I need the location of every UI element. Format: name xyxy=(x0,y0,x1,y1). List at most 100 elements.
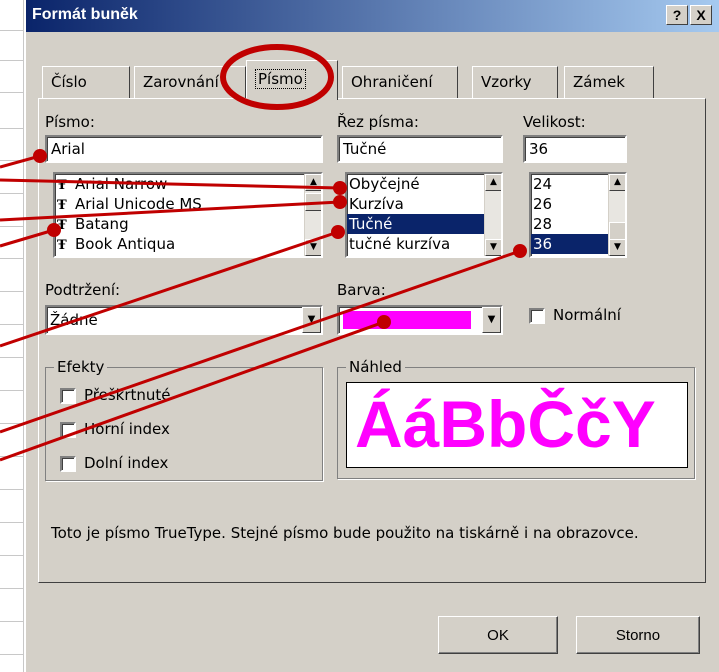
list-item-label: Arial Narrow xyxy=(75,175,168,193)
strikethrough-label: Přeškrtnuté xyxy=(84,386,171,404)
dialog-title: Formát buněk xyxy=(32,6,138,23)
color-label: Barva: xyxy=(337,281,386,299)
list-item[interactable]: Ŧ Arial Narrow xyxy=(55,174,321,194)
list-item-label: Book Antiqua xyxy=(75,235,176,253)
tab-label: Zámek xyxy=(573,73,625,91)
truetype-icon: Ŧ xyxy=(57,218,67,233)
grid-line xyxy=(0,128,24,129)
tab-zarovnani[interactable]: Zarovnání xyxy=(134,66,246,98)
help-button[interactable]: ? xyxy=(666,5,688,25)
font-size-list[interactable]: 24 26 28 36 ▲ ▼ xyxy=(529,172,627,258)
grid-line xyxy=(0,654,24,655)
font-size-input[interactable]: 36 xyxy=(523,135,627,163)
close-button[interactable]: X xyxy=(690,5,712,25)
strikethrough-checkbox[interactable] xyxy=(60,388,76,404)
grid-line xyxy=(0,423,24,424)
grid-line xyxy=(0,621,24,622)
chevron-down-icon[interactable]: ▼ xyxy=(302,307,321,333)
normal-checkbox[interactable] xyxy=(529,308,545,324)
scroll-up-icon[interactable]: ▲ xyxy=(305,174,321,191)
grid-line xyxy=(0,193,24,194)
truetype-icon: Ŧ xyxy=(57,198,67,213)
grid-line xyxy=(0,291,24,292)
font-style-list[interactable]: Obyčejné Kurzíva Tučné tučné kurzíva ▲ ▼ xyxy=(345,172,503,258)
effects-group: Efekty Přeškrtnuté Horní index Dolní ind… xyxy=(45,358,323,481)
tab-cislo[interactable]: Číslo xyxy=(42,66,130,98)
subscript-checkbox[interactable] xyxy=(60,456,76,472)
effects-group-title: Efekty xyxy=(54,358,108,376)
grid-line xyxy=(0,555,24,556)
tab-label: Vzorky xyxy=(481,73,532,91)
grid-line xyxy=(0,60,24,61)
truetype-icon: Ŧ xyxy=(57,178,67,193)
format-cells-dialog: Formát buněk ? X Číslo Zarovnání Písmo O… xyxy=(24,0,719,672)
color-select[interactable]: ▼ xyxy=(337,305,503,335)
grid-line xyxy=(0,92,24,93)
scroll-down-icon[interactable]: ▼ xyxy=(305,239,321,256)
underline-value: Žádné xyxy=(50,311,98,329)
tab-label: Zarovnání xyxy=(143,73,219,91)
tab-label: Písmo xyxy=(255,69,306,89)
subscript-label: Dolní index xyxy=(84,454,169,472)
tab-zamek[interactable]: Zámek xyxy=(564,66,654,98)
grid-line xyxy=(0,489,24,490)
color-swatch xyxy=(343,311,471,329)
font-name-input[interactable]: Arial xyxy=(45,135,323,163)
truetype-icon: Ŧ xyxy=(57,238,67,253)
scroll-up-icon[interactable]: ▲ xyxy=(485,174,501,191)
grid-line xyxy=(0,456,24,457)
list-item-selected[interactable]: 36 xyxy=(531,234,608,254)
tab-vzorky[interactable]: Vzorky xyxy=(472,66,558,98)
cancel-button[interactable]: Storno xyxy=(576,616,700,654)
scroll-down-icon[interactable]: ▼ xyxy=(609,239,625,256)
grid-line xyxy=(0,160,24,161)
superscript-label: Horní index xyxy=(84,420,170,438)
font-list-scrollbar[interactable]: ▲ ▼ xyxy=(304,174,321,256)
font-list[interactable]: Ŧ Arial Narrow Ŧ Arial Unicode MS Ŧ Batang … xyxy=(53,172,323,258)
underline-select[interactable]: Žádné ▼ xyxy=(45,305,323,335)
preview-group-title: Náhled xyxy=(346,358,405,376)
chevron-down-icon[interactable]: ▼ xyxy=(482,307,501,333)
grid-line xyxy=(0,357,24,358)
grid-line xyxy=(0,258,24,259)
scroll-down-icon[interactable]: ▼ xyxy=(485,239,501,256)
normal-checkbox-label: Normální xyxy=(553,306,621,324)
font-size-label: Velikost: xyxy=(523,113,586,131)
font-style-input[interactable]: Tučné xyxy=(337,135,503,163)
preview-box: ÁáBbČčY xyxy=(346,382,688,468)
preview-sample-text: ÁáBbČčY xyxy=(355,387,656,461)
list-item-label: Arial Unicode MS xyxy=(75,195,202,213)
tab-label: Číslo xyxy=(51,73,87,91)
list-item[interactable]: tučné kurzíva xyxy=(347,234,501,254)
scroll-thumb[interactable] xyxy=(305,193,321,211)
grid-line xyxy=(0,522,24,523)
title-bar[interactable]: Formát buněk ? X xyxy=(26,0,719,32)
list-item[interactable]: Kurzíva xyxy=(347,194,501,214)
list-item[interactable]: Obyčejné xyxy=(347,174,501,194)
list-item[interactable]: Ŧ Arial Unicode MS xyxy=(55,194,321,214)
tab-ohraniceni[interactable]: Ohraničení xyxy=(342,66,458,98)
font-style-scrollbar[interactable]: ▲ ▼ xyxy=(484,174,501,256)
grid-line xyxy=(0,226,24,227)
list-item-selected[interactable]: Tučné xyxy=(347,214,501,234)
superscript-checkbox[interactable] xyxy=(60,422,76,438)
scroll-thumb[interactable] xyxy=(609,222,625,240)
font-label: Písmo: xyxy=(45,113,95,131)
truetype-info-text: Toto je písmo TrueType. Stejné písmo bud… xyxy=(51,524,639,542)
preview-group: Náhled ÁáBbČčY xyxy=(337,358,695,479)
font-size-scrollbar[interactable]: ▲ ▼ xyxy=(608,174,625,256)
font-tab-panel: Písmo: Arial Ŧ Arial Narrow Ŧ Arial Unicod… xyxy=(38,98,706,583)
tab-pismo[interactable]: Písmo xyxy=(246,60,338,100)
list-item-label: Batang xyxy=(75,215,129,233)
grid-line xyxy=(0,30,24,31)
underline-label: Podtržení: xyxy=(45,281,121,299)
font-style-label: Řez písma: xyxy=(337,113,419,131)
grid-line xyxy=(0,588,24,589)
ok-button[interactable]: OK xyxy=(438,616,558,654)
list-item[interactable]: Ŧ Book Antiqua xyxy=(55,234,321,254)
grid-line xyxy=(0,390,24,391)
scroll-up-icon[interactable]: ▲ xyxy=(609,174,625,191)
grid-line xyxy=(0,324,24,325)
spreadsheet-background xyxy=(0,0,24,672)
list-item[interactable]: Ŧ Batang xyxy=(55,214,321,234)
